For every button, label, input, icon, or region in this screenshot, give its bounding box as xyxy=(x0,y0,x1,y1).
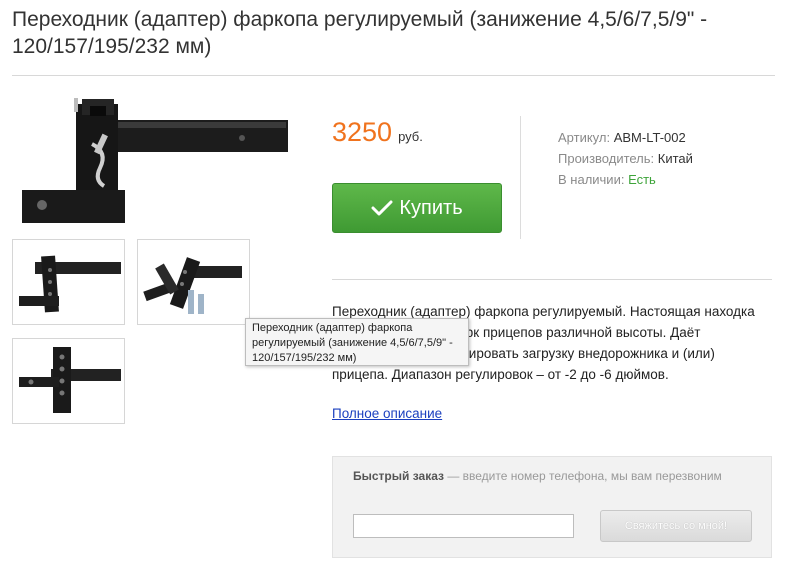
divider xyxy=(332,279,772,280)
price: 3250 руб. xyxy=(332,117,423,148)
article-label: Артикул: xyxy=(558,130,611,145)
phone-input[interactable] xyxy=(353,514,574,538)
page-title: Переходник (адаптер) фаркопа регулируемы… xyxy=(12,8,708,58)
quick-order-title: Быстрый заказ xyxy=(353,469,444,483)
stock-label: В наличии: xyxy=(558,172,625,187)
quick-order-panel: Быстрый заказ — введите номер телефона, … xyxy=(332,456,772,558)
checkmark-icon xyxy=(371,200,393,216)
gallery-thumbnail-2[interactable] xyxy=(137,239,250,325)
image-tooltip: Переходник (адаптер) фаркопа регулируемы… xyxy=(245,318,469,366)
product-meta: Артикул: ABM-LT-002 Производитель: Китай… xyxy=(558,127,693,190)
buy-button[interactable]: Купить xyxy=(332,183,502,233)
manufacturer-label: Производитель: xyxy=(558,151,655,166)
divider xyxy=(520,116,521,239)
gallery-thumbnail-3[interactable] xyxy=(12,338,125,424)
gallery-thumbnail-1[interactable] xyxy=(12,239,125,325)
main-product-image[interactable] xyxy=(12,94,292,230)
article-value: ABM-LT-002 xyxy=(613,130,686,145)
price-currency: руб. xyxy=(398,129,423,144)
quick-order-text: Быстрый заказ — введите номер телефона, … xyxy=(353,467,753,485)
manufacturer-value: Китай xyxy=(657,151,693,166)
divider xyxy=(12,75,775,76)
quick-order-hint: — введите номер телефона, мы вам перезво… xyxy=(443,469,722,483)
price-value: 3250 xyxy=(332,117,393,147)
buy-button-label: Купить xyxy=(399,196,463,219)
stock-value: Есть xyxy=(628,172,656,187)
full-description-link[interactable]: Полное описание xyxy=(332,406,442,421)
contact-me-button[interactable]: Свяжитесь со мной! xyxy=(600,510,752,542)
